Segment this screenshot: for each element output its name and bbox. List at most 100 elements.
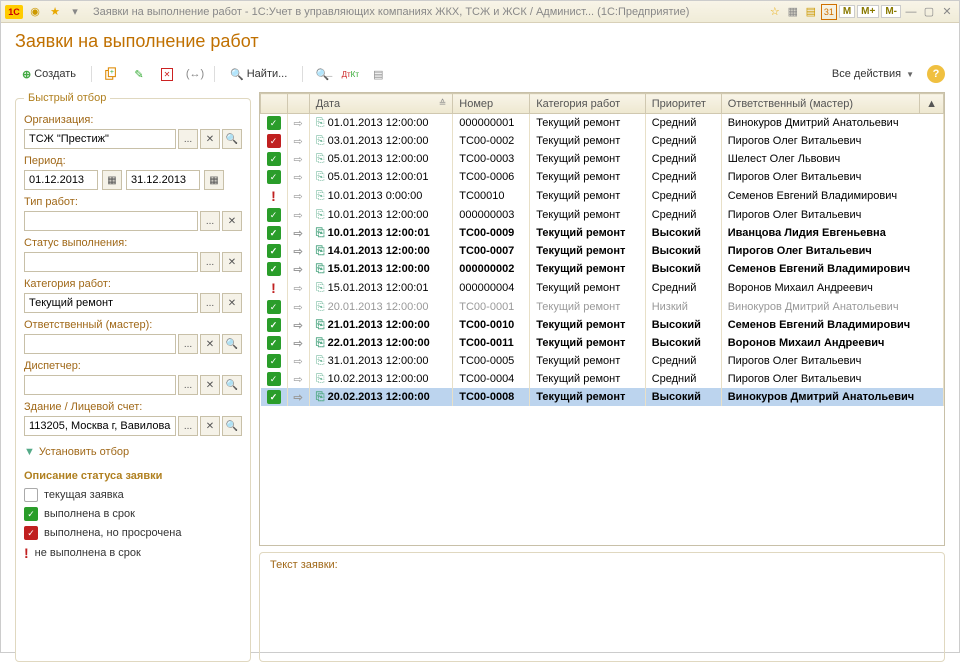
building-input[interactable] [24,416,176,436]
legend-done-row: ✓выполнена в срок [24,507,242,521]
table-row[interactable]: ✓⇨⎘ 14.01.2013 12:00:00ТС00-0007Текущий … [261,242,944,260]
org-select-button[interactable]: ... [178,129,198,149]
table-row[interactable]: ✓⇨⎘ 31.01.2013 12:00:00ТС00-0005Текущий … [261,352,944,370]
status-input[interactable] [24,252,198,272]
cell-responsible: Семенов Евгений Владимирович [721,186,943,206]
col-number-header[interactable]: Номер [453,94,530,114]
date-from-cal-button[interactable]: ▦ [102,170,122,190]
minimize-icon[interactable]: — [903,4,919,20]
calc-icon[interactable]: ▤ [803,4,819,20]
table-row[interactable]: !⇨⎘ 10.01.2013 0:00:00ТС00010Текущий рем… [261,186,944,206]
table-row[interactable]: ✓⇨⎘ 20.01.2013 12:00:00ТС00-0001Текущий … [261,298,944,316]
dispatcher-select-button[interactable]: ... [178,375,198,395]
col-category-header[interactable]: Категория работ [530,94,646,114]
responsible-select-button[interactable]: ... [178,334,198,354]
col-scroll-header: ▲ [920,94,944,114]
create-label: Создать [34,68,76,80]
star-icon[interactable]: ☆ [767,4,783,20]
help-button[interactable]: ? [927,65,945,83]
table-row[interactable]: ✓⇨⎘ 10.02.2013 12:00:00ТС00-0004Текущий … [261,370,944,388]
cell-prio-icon: ⇨ [287,260,309,278]
table-row[interactable]: !⇨⎘ 15.01.2013 12:00:01000000004Текущий … [261,278,944,298]
toolbar: ⊕ Создать + ✎ ✕ (↔) 🔍 Найти... 🔍̶ ДтКт ▤… [1,60,959,92]
building-search-button[interactable]: 🔍 [222,416,242,436]
status-done-icon: ✓ [267,152,281,166]
building-select-button[interactable]: ... [178,416,198,436]
cell-status: ✓ [261,316,288,334]
cell-status: ✓ [261,260,288,278]
find-button[interactable]: 🔍 Найти... [223,65,294,84]
org-input[interactable] [24,129,176,149]
move-button[interactable]: (↔) [184,64,206,84]
cell-number: ТС00-0006 [453,168,530,186]
dtct-icon: ДтКт [342,70,359,79]
close-icon[interactable]: ✕ [939,4,955,20]
col-priority-text-header[interactable]: Приоритет [645,94,721,114]
table-row[interactable]: ✓⇨⎘ 10.01.2013 12:00:00000000003Текущий … [261,206,944,224]
calendar-icon[interactable]: 31 [821,4,837,20]
table-row[interactable]: ✓⇨⎘ 15.01.2013 12:00:00000000002Текущий … [261,260,944,278]
org-search-button[interactable]: 🔍 [222,129,242,149]
delete-button[interactable]: ✕ [156,64,178,84]
cell-number: ТС00-0003 [453,150,530,168]
mem-mplus-button[interactable]: M+ [857,5,879,18]
col-priority-header[interactable] [287,94,309,114]
filter-clear-button[interactable]: 🔍̶ [311,64,333,84]
cell-priority: Высокий [645,334,721,352]
status-clear-button[interactable]: ✕ [222,252,242,272]
col-date-header[interactable]: Дата≙ [309,94,453,114]
category-input[interactable] [24,293,198,313]
dtct-button[interactable]: ДтКт [339,64,361,84]
cell-responsible: Воронов Михаил Андреевич [721,278,943,298]
app-logo-icon: 1C [5,5,23,19]
status-select-button[interactable]: ... [200,252,220,272]
edit-button[interactable]: ✎ [128,64,150,84]
table-row[interactable]: ✓⇨⎘ 01.01.2013 12:00:00000000001Текущий … [261,114,944,133]
dispatcher-input[interactable] [24,375,176,395]
report-button[interactable]: ▤ [367,64,389,84]
date-to-input[interactable] [126,170,200,190]
responsible-clear-button[interactable]: ✕ [200,334,220,354]
maximize-icon[interactable]: ▢ [921,4,937,20]
responsible-input[interactable] [24,334,176,354]
cell-date: ⎘ 22.01.2013 12:00:00 [309,334,453,352]
document-icon: ⎘ [316,373,325,385]
date-from-input[interactable] [24,170,98,190]
table-row[interactable]: ✓⇨⎘ 22.01.2013 12:00:00ТС00-0011Текущий … [261,334,944,352]
col-responsible-header[interactable]: Ответственный (мастер) [721,94,919,114]
dispatcher-search-button[interactable]: 🔍 [222,375,242,395]
worktype-input[interactable] [24,211,198,231]
worktype-clear-button[interactable]: ✕ [222,211,242,231]
all-actions-button[interactable]: Все действия ▼ [825,65,921,83]
table-row[interactable]: ✓⇨⎘ 03.01.2013 12:00:00ТС00-0002Текущий … [261,132,944,150]
create-button[interactable]: ⊕ Создать [15,65,83,84]
copy-button[interactable]: + [100,64,122,84]
date-to-cal-button[interactable]: ▦ [204,170,224,190]
responsible-search-button[interactable]: 🔍 [222,334,242,354]
grid-icon[interactable]: ▦ [785,4,801,20]
table-row[interactable]: ✓⇨⎘ 21.01.2013 12:00:00ТС00-0010Текущий … [261,316,944,334]
cell-category: Текущий ремонт [530,370,646,388]
favorite-icon[interactable]: ★ [47,4,63,20]
mem-m-button[interactable]: M [839,5,855,18]
apply-filter-button[interactable]: ▼ Установить отбор [24,446,242,458]
cell-responsible: Винокуров Дмитрий Анатольевич [721,298,943,316]
apply-filter-label: Установить отбор [39,446,129,458]
mem-mminus-button[interactable]: M- [881,5,901,18]
nav-back-icon[interactable]: ◉ [27,4,43,20]
dispatcher-clear-button[interactable]: ✕ [200,375,220,395]
building-clear-button[interactable]: ✕ [200,416,220,436]
worktype-select-button[interactable]: ... [200,211,220,231]
cell-number: 000000004 [453,278,530,298]
col-status-header[interactable] [261,94,288,114]
dropdown-icon[interactable]: ▾ [67,4,83,20]
table-row[interactable]: ✓⇨⎘ 05.01.2013 12:00:00ТС00-0003Текущий … [261,150,944,168]
category-select-button[interactable]: ... [200,293,220,313]
table-row[interactable]: ✓⇨⎘ 10.01.2013 12:00:01ТС00-0009Текущий … [261,224,944,242]
document-icon: ⎘ [316,301,325,313]
org-clear-button[interactable]: ✕ [200,129,220,149]
table-row[interactable]: ✓⇨⎘ 20.02.2013 12:00:00ТС00-0008Текущий … [261,388,944,406]
table-row[interactable]: ✓⇨⎘ 05.01.2013 12:00:01ТС00-0006Текущий … [261,168,944,186]
requests-grid[interactable]: Дата≙ Номер Категория работ Приоритет От… [259,92,945,546]
category-clear-button[interactable]: ✕ [222,293,242,313]
